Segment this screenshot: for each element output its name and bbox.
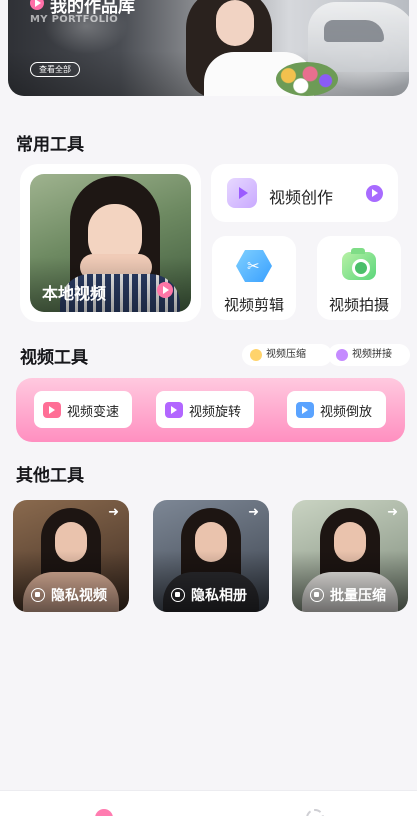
splice-icon <box>336 349 348 361</box>
local-video-label: 本地视频 <box>42 284 107 303</box>
banner-portrait-face <box>216 0 254 46</box>
video-tools-title: 视频工具 <box>20 348 88 368</box>
video-reverse-label: 视频倒放 <box>320 405 373 420</box>
video-reverse-button[interactable]: 视频倒放 <box>287 391 386 428</box>
settings-tab-icon[interactable] <box>306 809 324 816</box>
camera-icon <box>342 248 376 280</box>
play-icon <box>366 185 383 202</box>
arrow-right-icon: ➜ <box>248 505 259 520</box>
arrow-right-icon: ➜ <box>108 505 119 520</box>
private-album-card[interactable]: ➜ 隐私相册 <box>153 500 269 612</box>
speed-icon <box>43 402 61 418</box>
play-icon <box>157 282 173 298</box>
video-edit-label: 视频剪辑 <box>223 296 284 314</box>
home-tab-icon[interactable] <box>95 809 113 816</box>
portfolio-banner[interactable]: 我的作品库 MY PORTFOLIO 查看全部 <box>8 0 409 96</box>
video-create-label: 视频创作 <box>269 188 334 207</box>
bottom-nav <box>0 790 417 816</box>
other-tools-title: 其他工具 <box>16 466 84 486</box>
video-create-card[interactable]: 视频创作 <box>211 164 398 222</box>
private-video-card[interactable]: ➜ 隐私视频 <box>13 500 129 612</box>
rotate-icon <box>165 402 183 418</box>
common-tools-title: 常用工具 <box>16 135 84 155</box>
video-rotate-label: 视频旋转 <box>189 405 242 420</box>
local-video-thumbnail: 本地视频 <box>30 174 191 312</box>
video-speed-label: 视频变速 <box>67 405 120 420</box>
scissors-icon: ✂ <box>236 250 272 282</box>
video-create-icon <box>227 178 257 208</box>
reverse-icon <box>296 402 314 418</box>
video-edit-card[interactable]: ✂ 视频剪辑 <box>212 236 296 320</box>
video-rotate-button[interactable]: 视频旋转 <box>156 391 254 428</box>
private-album-label: 隐私相册 <box>191 588 247 604</box>
video-shoot-label: 视频拍摄 <box>328 296 389 314</box>
video-compress-chip[interactable]: 视频压缩 <box>242 344 332 366</box>
arrow-right-icon: ➜ <box>387 505 398 520</box>
banner-car-image <box>308 2 409 72</box>
video-icon <box>31 588 45 602</box>
view-all-button[interactable]: 查看全部 <box>30 62 80 77</box>
private-video-label: 隐私视频 <box>51 588 107 604</box>
batch-compress-label: 批量压缩 <box>330 588 386 604</box>
video-compress-chip-label: 视频压缩 <box>266 349 306 360</box>
video-tools-strip: 视频变速 视频旋转 视频倒放 <box>16 378 405 442</box>
video-speed-button[interactable]: 视频变速 <box>34 391 132 428</box>
banner-flowers-image <box>276 62 338 96</box>
video-splice-chip-label: 视频拼接 <box>352 349 392 360</box>
compress-icon <box>250 349 262 361</box>
local-video-card[interactable]: 本地视频 <box>20 164 201 322</box>
video-splice-chip[interactable]: 视频拼接 <box>328 344 410 366</box>
compress-icon <box>310 588 324 602</box>
video-shoot-card[interactable]: 视频拍摄 <box>317 236 401 320</box>
album-icon <box>171 588 185 602</box>
portfolio-subtitle: MY PORTFOLIO <box>30 14 119 25</box>
batch-compress-card[interactable]: ➜ 批量压缩 <box>292 500 408 612</box>
